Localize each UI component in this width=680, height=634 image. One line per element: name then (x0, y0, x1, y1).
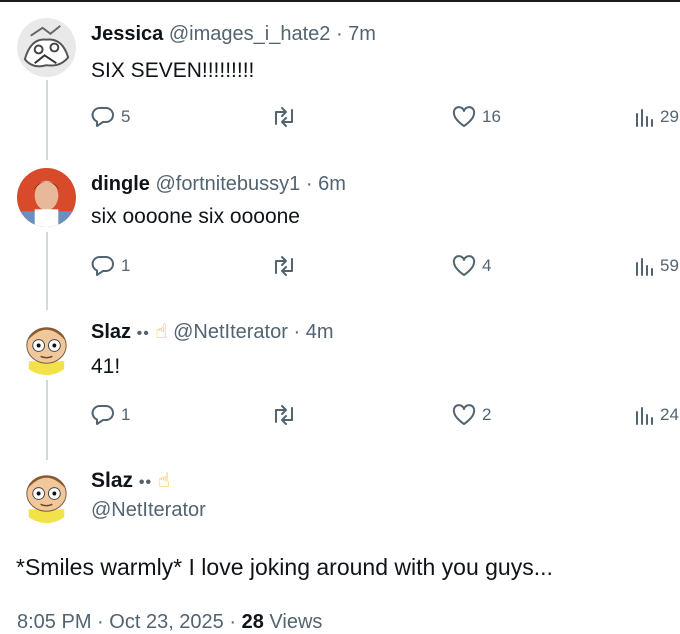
views-icon (636, 109, 653, 127)
thread-line (46, 380, 48, 460)
display-name[interactable]: Jessica (91, 23, 163, 45)
retweet-icon (275, 256, 293, 276)
post-header: dingle @fortnitebussy1 · 6m (91, 172, 346, 196)
view-count: 29 (660, 107, 679, 126)
user-handle[interactable]: @NetIterator (91, 499, 206, 522)
post-time[interactable]: 6m (318, 173, 346, 195)
reply-button[interactable]: 1 (91, 404, 130, 426)
views-button[interactable]: 59 (634, 255, 679, 277)
post-header: Jessica @images_i_hate2 · 7m (91, 22, 376, 46)
post-date[interactable]: Oct 23, 2025 (109, 611, 224, 633)
like-button[interactable]: 2 (452, 404, 491, 426)
retweet-button[interactable] (271, 106, 297, 128)
reply-icon (91, 256, 114, 276)
view-count: 59 (660, 256, 679, 275)
main-post-header: Slaz •• ☝ (91, 468, 170, 493)
separator-dot: · (293, 321, 301, 343)
retweet-button[interactable] (271, 255, 297, 277)
views-button[interactable]: 24 (634, 404, 679, 426)
like-count: 2 (482, 405, 492, 424)
view-count: 24 (660, 405, 679, 424)
views-icon (636, 407, 653, 425)
reply-button[interactable]: 1 (91, 255, 130, 277)
heart-icon (452, 255, 476, 276)
like-button[interactable]: 16 (452, 106, 501, 128)
post-time[interactable]: 4m (306, 321, 334, 343)
user-handle[interactable]: @NetIterator (173, 321, 288, 343)
reply-icon (91, 405, 114, 425)
main-post-text: *Smiles warmly* I love joking around wit… (16, 554, 553, 580)
pointing-hand-icon: ☝ (157, 470, 171, 492)
top-border (0, 0, 680, 2)
post-text: six oooone six oooone (91, 205, 300, 228)
retweet-icon (275, 405, 293, 425)
heart-icon (452, 106, 476, 127)
reply-count: 1 (121, 256, 131, 275)
post-time[interactable]: 8:05 PM (17, 611, 91, 633)
avatar[interactable] (17, 316, 76, 375)
reply-button[interactable]: 5 (91, 106, 130, 128)
heart-icon (452, 404, 476, 425)
display-name[interactable]: Slaz (91, 469, 133, 492)
like-button[interactable]: 4 (452, 255, 491, 277)
post-meta: 8:05 PM · Oct 23, 2025 · 28 Views (17, 611, 322, 634)
post-text: 41! (91, 355, 121, 378)
display-name[interactable]: dingle (91, 173, 150, 195)
thread-line (46, 232, 48, 310)
separator-dot: · (229, 611, 237, 633)
views-count: 28 (241, 611, 264, 633)
pointing-hand-icon: ☝ (155, 321, 168, 343)
post-header: Slaz •• ☝ @NetIterator · 4m (91, 320, 334, 346)
thread-line (46, 80, 48, 160)
eyes-emoji: •• (138, 474, 153, 491)
views-label: Views (269, 611, 323, 633)
avatar[interactable] (17, 168, 76, 227)
views-icon (636, 258, 653, 276)
separator-dot: · (335, 23, 343, 45)
separator-dot: · (97, 611, 104, 633)
like-count: 16 (482, 107, 501, 126)
retweet-button[interactable] (271, 404, 297, 426)
user-handle[interactable]: @images_i_hate2 (169, 23, 331, 45)
reply-count: 5 (121, 107, 131, 126)
retweet-icon (275, 107, 293, 127)
display-name[interactable]: Slaz (91, 321, 131, 343)
post-time[interactable]: 7m (348, 23, 376, 45)
post-text: SIX SEVEN!!!!!!!!! (91, 59, 255, 82)
reply-count: 1 (121, 405, 131, 424)
views-button[interactable]: 29 (634, 106, 679, 128)
avatar[interactable] (17, 18, 76, 77)
user-handle[interactable]: @fortnitebussy1 (155, 173, 300, 195)
eyes-emoji: •• (136, 325, 150, 342)
avatar[interactable] (17, 464, 76, 523)
reply-icon (91, 107, 114, 127)
separator-dot: · (305, 173, 313, 195)
like-count: 4 (482, 256, 492, 275)
